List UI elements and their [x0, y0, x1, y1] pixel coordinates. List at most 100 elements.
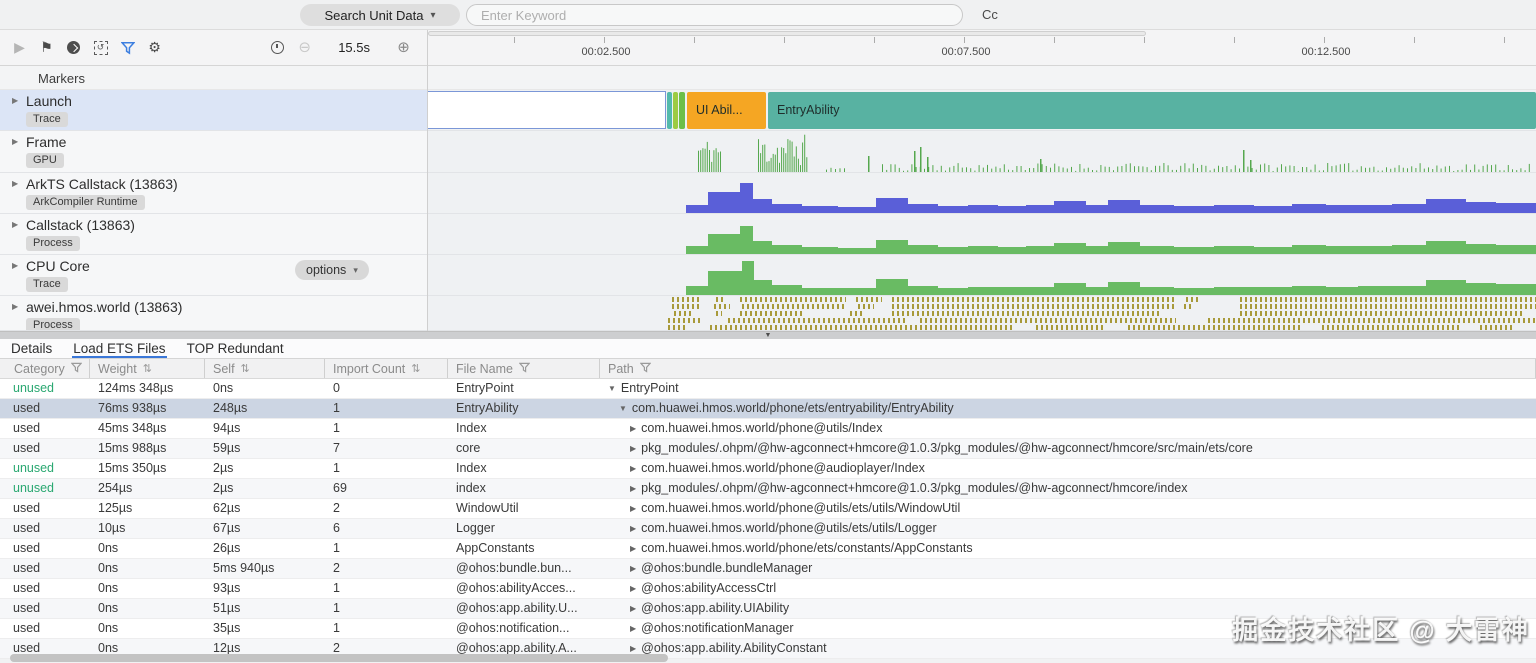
sched-ticks — [1322, 325, 1462, 330]
play-icon[interactable]: ▶ — [12, 40, 27, 55]
tree-collapsed-icon[interactable]: ▶ — [630, 439, 636, 458]
weight-cell: 76ms 938µs — [90, 399, 205, 418]
column-header-path[interactable]: Path — [600, 359, 1536, 378]
expand-arrow-icon[interactable]: ▶ — [12, 220, 18, 229]
timeline-ruler[interactable]: 00:02.50000:07.50000:12.500 — [427, 30, 1536, 66]
path-cell[interactable]: ▶com.huawei.hmos.world/phone@utils/Index — [600, 419, 1536, 438]
path-cell[interactable]: ▶@ohos:abilityAccessCtrl — [600, 579, 1536, 598]
path-cell[interactable]: ▼com.huawei.hmos.world/phone/ets/entryab… — [600, 399, 1536, 418]
track-chart-launch[interactable]: UI Abil...EntryAbility — [427, 90, 1536, 130]
column-header-import-count[interactable]: Import Count ⇅ — [325, 359, 448, 378]
trace-sliver[interactable] — [667, 92, 672, 129]
track-label-callstack-13863[interactable]: ▶Callstack (13863)Process — [0, 214, 427, 254]
track-label-arkts-callstack-13863[interactable]: ▶ArkTS Callstack (13863)ArkCompiler Runt… — [0, 173, 427, 213]
table-row[interactable]: used0ns93µs1@ohos:abilityAcces...▶@ohos:… — [0, 579, 1536, 599]
track-label-cpu-core[interactable]: ▶CPU CoreTraceoptions▾ — [0, 255, 427, 295]
table-row[interactable]: used76ms 938µs248µs1EntryAbility▼com.hua… — [0, 399, 1536, 419]
table-row[interactable]: used15ms 988µs59µs7core▶pkg_modules/.ohp… — [0, 439, 1536, 459]
path-cell[interactable]: ▶com.huawei.hmos.world/phone/ets/constan… — [600, 539, 1536, 558]
tab-top-redundant[interactable]: TOP Redundant — [186, 339, 285, 358]
path-cell[interactable]: ▶com.huawei.hmos.world/phone@utils/ets/u… — [600, 499, 1536, 518]
track-label-frame[interactable]: ▶FrameGPU — [0, 131, 427, 172]
tab-load-ets-files[interactable]: Load ETS Files — [72, 339, 166, 358]
table-row[interactable]: used45ms 348µs94µs1Index▶com.huawei.hmos… — [0, 419, 1536, 439]
table-row[interactable]: used0ns5ms 940µs2@ohos:bundle.bun...▶@oh… — [0, 559, 1536, 579]
track-chart-callstack-13863[interactable] — [427, 214, 1536, 254]
expand-arrow-icon[interactable]: ▶ — [12, 96, 18, 105]
tree-collapsed-icon[interactable]: ▶ — [630, 599, 636, 618]
self-cell: 2µs — [205, 459, 325, 478]
tab-details[interactable]: Details — [10, 339, 53, 358]
flag-icon[interactable]: ⚑ — [39, 40, 54, 55]
path-cell[interactable]: ▶com.huawei.hmos.world/phone@utils/ets/u… — [600, 519, 1536, 538]
trace-sliver[interactable] — [679, 92, 685, 129]
column-label: Import Count — [333, 362, 405, 376]
tree-collapsed-icon[interactable]: ▶ — [630, 459, 636, 478]
match-case-toggle[interactable]: Cc — [982, 7, 998, 22]
column-filter-icon[interactable] — [71, 362, 82, 376]
keyword-search-input[interactable] — [466, 4, 963, 26]
table-row[interactable]: unused15ms 350µs2µs1Index▶com.huawei.hmo… — [0, 459, 1536, 479]
column-filter-icon[interactable] — [519, 362, 530, 376]
settings-gear-icon[interactable]: ⚙ — [147, 40, 162, 55]
table-row[interactable]: unused254µs2µs69index▶pkg_modules/.ohpm/… — [0, 479, 1536, 499]
path-cell[interactable]: ▶com.huawei.hmos.world/phone@audioplayer… — [600, 459, 1536, 478]
expand-arrow-icon[interactable]: ▶ — [12, 302, 18, 311]
track-chart-cpu-core[interactable] — [427, 255, 1536, 295]
trace-sliver[interactable] — [673, 92, 678, 129]
zoom-out-icon[interactable]: ⊖ — [297, 40, 312, 55]
category-cell: unused — [0, 379, 90, 398]
sort-icon[interactable]: ⇅ — [241, 362, 250, 375]
table-row[interactable]: used125µs62µs2WindowUtil▶com.huawei.hmos… — [0, 499, 1536, 519]
timer-icon[interactable] — [270, 40, 285, 55]
tree-expanded-icon[interactable]: ▼ — [608, 379, 616, 398]
column-header-weight[interactable]: Weight⇅ — [90, 359, 205, 378]
expand-arrow-icon[interactable]: ▶ — [12, 179, 18, 188]
track-label-awei-hmos-world-13863[interactable]: ▶awei.hmos.world (13863)Process — [0, 296, 427, 330]
timeline-selection[interactable] — [427, 91, 666, 129]
sort-icon[interactable]: ⇅ — [143, 362, 152, 375]
sched-ticks — [1480, 325, 1512, 330]
column-header-category[interactable]: Category — [0, 359, 90, 378]
tree-expanded-icon[interactable]: ▼ — [619, 399, 627, 418]
track-label-launch[interactable]: ▶LaunchTrace — [0, 90, 427, 130]
filter-icon[interactable] — [120, 40, 135, 55]
track-chart-frame[interactable] — [427, 131, 1536, 172]
tree-collapsed-icon[interactable]: ▶ — [630, 419, 636, 438]
column-header-file-name[interactable]: File Name — [448, 359, 600, 378]
sort-icon[interactable]: ⇅ — [411, 362, 420, 375]
track-chart-arkts-callstack-13863[interactable] — [427, 173, 1536, 213]
zoom-in-icon[interactable]: ⊕ — [396, 40, 411, 55]
path-cell[interactable]: ▶@ohos:bundle.bundleManager — [600, 559, 1536, 578]
expand-arrow-icon[interactable]: ▶ — [12, 137, 18, 146]
options-dropdown[interactable]: options▾ — [295, 260, 369, 280]
column-header-self[interactable]: Self⇅ — [205, 359, 325, 378]
tree-collapsed-icon[interactable]: ▶ — [630, 619, 636, 638]
import-count-cell: 1 — [325, 539, 448, 558]
tree-collapsed-icon[interactable]: ▶ — [630, 499, 636, 518]
path-cell[interactable]: ▶pkg_modules/.ohpm/@hw-agconnect+hmcore@… — [600, 439, 1536, 458]
table-row[interactable]: used10µs67µs6Logger▶com.huawei.hmos.worl… — [0, 519, 1536, 539]
restore-zoom-icon[interactable]: ↺ — [93, 40, 108, 55]
column-filter-icon[interactable] — [640, 362, 651, 376]
path-cell[interactable]: ▼EntryPoint — [600, 379, 1536, 398]
expand-arrow-icon[interactable]: ▶ — [12, 261, 18, 270]
table-row[interactable]: unused124ms 348µs0ns0EntryPoint▼EntryPoi… — [0, 379, 1536, 399]
track-chart-awei-hmos-world-13863[interactable] — [427, 296, 1536, 330]
table-horizontal-scrollbar[interactable] — [10, 654, 668, 662]
file-name-cell: WindowUtil — [448, 499, 600, 518]
tree-collapsed-icon[interactable]: ▶ — [630, 519, 636, 538]
panel-splitter[interactable]: ▼ — [0, 331, 1536, 339]
capture-icon[interactable] — [66, 40, 81, 55]
file-name-cell: EntryAbility — [448, 399, 600, 418]
tree-collapsed-icon[interactable]: ▶ — [630, 579, 636, 598]
table-row[interactable]: used0ns26µs1AppConstants▶com.huawei.hmos… — [0, 539, 1536, 559]
path-cell[interactable]: ▶pkg_modules/.ohpm/@hw-agconnect+hmcore@… — [600, 479, 1536, 498]
tree-collapsed-icon[interactable]: ▶ — [630, 559, 636, 578]
tree-collapsed-icon[interactable]: ▶ — [630, 539, 636, 558]
tree-collapsed-icon[interactable]: ▶ — [630, 479, 636, 498]
trace-span-ui-abil[interactable]: UI Abil... — [687, 92, 766, 129]
timeline-scroll-thumb[interactable] — [428, 31, 1146, 36]
trace-span-entryability[interactable]: EntryAbility — [768, 92, 1536, 129]
search-unit-data-dropdown[interactable]: Search Unit Data ▾ — [300, 4, 460, 26]
